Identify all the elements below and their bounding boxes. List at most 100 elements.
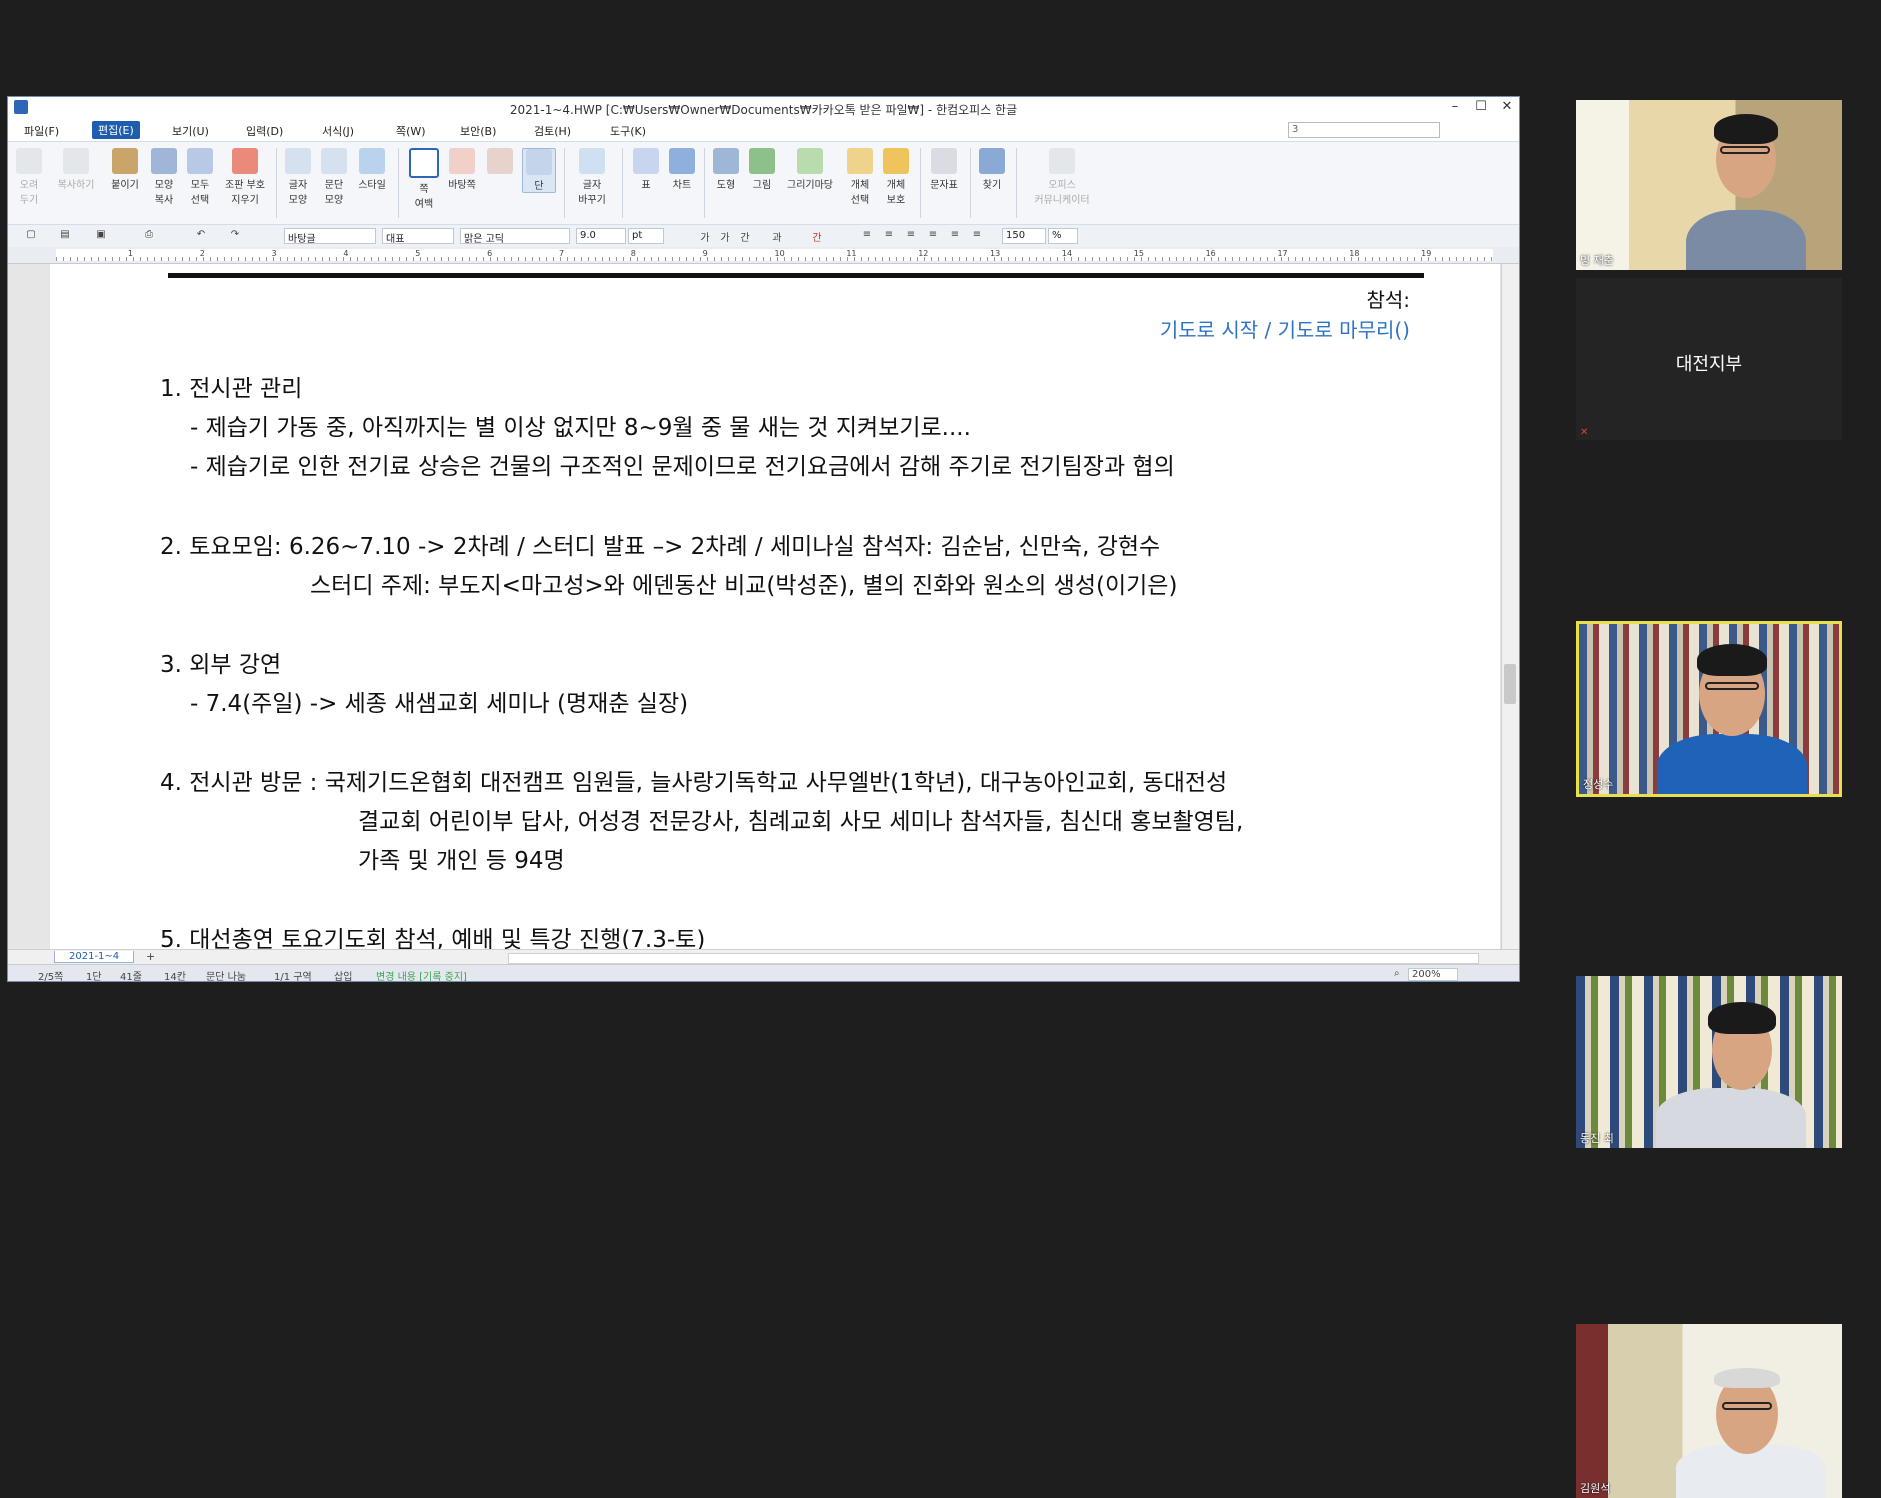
glasses xyxy=(1720,146,1770,154)
save-icon[interactable]: ▣ xyxy=(94,229,108,243)
participant-name: 동진 최 xyxy=(1580,1132,1614,1145)
prayer-line: 기도로 시작 / 기도로 마무리() xyxy=(1159,318,1410,342)
menu-file[interactable]: 파일(F) xyxy=(24,123,59,139)
style-button[interactable]: 스타일 xyxy=(354,148,390,191)
align-right-icon[interactable]: ≡ xyxy=(926,229,940,243)
quick-search-combo[interactable]: 3 xyxy=(1288,122,1440,138)
open-folder-icon[interactable]: ▤ xyxy=(58,229,72,243)
people-icon xyxy=(1049,148,1075,174)
italic-button[interactable]: 가 xyxy=(718,229,732,244)
chart-button[interactable]: 차트 xyxy=(666,148,698,191)
underline-button[interactable]: 간 xyxy=(738,229,752,244)
bold-button[interactable]: 가 xyxy=(698,229,712,244)
undo-icon[interactable]: ↶ xyxy=(194,229,208,243)
scissors-icon xyxy=(16,148,42,174)
find-button[interactable]: 찾기 xyxy=(976,148,1008,191)
clipart-button[interactable]: 그리기마당 xyxy=(782,148,838,191)
participant-tile-active-speaker[interactable]: 정성수 xyxy=(1576,621,1842,797)
menu-page[interactable]: 쪽(W) xyxy=(396,123,426,139)
horizontal-scrollbar[interactable] xyxy=(508,953,1479,964)
minimize-button[interactable]: – xyxy=(1446,99,1464,114)
para-shape-button[interactable]: 문단 모양 xyxy=(318,148,350,206)
document-area[interactable]: 참석: 기도로 시작 / 기도로 마무리() 1. 전시관 관리 - 제습기 가… xyxy=(8,264,1503,950)
font-combo[interactable]: 맑은 고딕 xyxy=(460,228,570,245)
status-bar: 2/5쪽 1단 41줄 14칸 문단 나눔 1/1 구역 삽입 변경 내용 [기… xyxy=(8,964,1519,982)
align-distribute-icon[interactable]: ≡ xyxy=(948,229,962,243)
object-protect-button[interactable]: 개체 보호 xyxy=(880,148,912,206)
columns-icon xyxy=(487,148,513,174)
superscript-button[interactable]: 과 xyxy=(770,229,784,244)
object-select-button[interactable]: 개체 선택 xyxy=(844,148,876,206)
char-shape-button[interactable]: 글자 모양 xyxy=(282,148,314,206)
menu-tools[interactable]: 도구(K) xyxy=(610,123,646,139)
menu-edit[interactable]: 편집(E) xyxy=(92,121,140,139)
font-class-combo[interactable]: 대표 xyxy=(382,228,454,245)
align-left-icon[interactable]: ≡ xyxy=(882,229,896,243)
shapes-icon xyxy=(713,148,739,174)
menu-bar: 파일(F) 편집(E) 보기(U) 입력(D) 서식(J) 쪽(W) 보안(B)… xyxy=(8,119,1519,141)
status-track-changes[interactable]: 변경 내용 [기록 중지] xyxy=(376,968,467,981)
style-combo[interactable]: 바탕글 xyxy=(284,228,376,245)
asterisk-icon xyxy=(931,148,957,174)
document-page[interactable]: 참석: 기도로 시작 / 기도로 마무리() 1. 전시관 관리 - 제습기 가… xyxy=(50,264,1500,950)
shape-button[interactable]: 도형 xyxy=(710,148,742,191)
close-button[interactable]: ✕ xyxy=(1498,99,1516,114)
columns-button[interactable]: 단 xyxy=(522,148,556,193)
vertical-scrollbar[interactable] xyxy=(1501,264,1519,950)
participant-name: 김원석 xyxy=(1580,1482,1611,1495)
zoom-icon[interactable]: ⌕ xyxy=(1394,968,1400,979)
office-communicator-button[interactable]: 오피스 커뮤니케이터 xyxy=(1024,148,1100,206)
format-painter-button[interactable]: 모양 복사 xyxy=(148,148,180,206)
hair xyxy=(1714,114,1778,144)
align-center-icon[interactable]: ≡ xyxy=(904,229,918,243)
horizontal-ruler[interactable]: 1 2 3 4 5 6 7 8 9 10 11 12 13 14 15 16 1… xyxy=(8,247,1519,264)
new-doc-icon[interactable]: ▢ xyxy=(24,229,38,243)
font-size-input[interactable]: 9.0 xyxy=(576,228,626,244)
page-margin-button[interactable]: 쪽 여백 xyxy=(408,148,440,210)
maximize-button[interactable]: ☐ xyxy=(1472,99,1490,114)
zoom-combo[interactable]: 200% xyxy=(1408,968,1458,981)
document-tab[interactable]: 2021-1~4 xyxy=(54,951,135,963)
participant-tile[interactable]: 김원석 xyxy=(1576,1324,1842,1498)
format-toolbar: ▢ ▤ ▣ ⎙ ↶ ↷ 바탕글 대표 맑은 고딕 9.0 pt 가 가 간 과 … xyxy=(8,225,1519,248)
replace-char-button[interactable]: 글자 바꾸기 xyxy=(570,148,614,206)
status-section: 1단 xyxy=(86,972,102,982)
participant-tile-no-video[interactable]: 대전지부 ✕ xyxy=(1576,278,1842,440)
select-all-button[interactable]: 모두 선택 xyxy=(184,148,216,206)
align-split-icon[interactable]: ≡ xyxy=(970,229,984,243)
menu-format[interactable]: 서식(J) xyxy=(322,123,354,139)
font-color-button[interactable]: 간 xyxy=(810,229,824,244)
table-button[interactable]: 표 xyxy=(630,148,662,191)
attendance-label: 참석: xyxy=(1366,288,1410,312)
font-unit-combo[interactable]: pt xyxy=(628,228,664,244)
person-body xyxy=(1656,1088,1806,1148)
symbol-button[interactable]: 문자표 xyxy=(926,148,962,191)
menu-view[interactable]: 보기(U) xyxy=(172,123,209,139)
redo-icon[interactable]: ↷ xyxy=(228,229,242,243)
menu-security[interactable]: 보안(B) xyxy=(460,123,496,139)
status-mode: 삽입 xyxy=(334,972,353,982)
participant-tile[interactable]: 명 재춘 xyxy=(1576,100,1842,270)
status-line: 41줄 xyxy=(120,972,142,982)
doc-line-3: - 제습기로 인한 전기료 상승은 건물의 구조적인 문제이므로 전기요금에서 … xyxy=(190,454,1175,480)
menu-review[interactable]: 검토(H) xyxy=(534,123,571,139)
line-spacing-input[interactable]: 150 xyxy=(1002,228,1046,244)
glasses xyxy=(1722,1402,1772,1410)
master-page-button[interactable]: 바탕쪽 xyxy=(446,148,478,191)
add-tab-button[interactable]: + xyxy=(146,950,155,963)
paste-button[interactable]: 붙이기 xyxy=(106,148,144,191)
cut-button[interactable]: 오려 두기 xyxy=(14,148,44,206)
participant-tile[interactable]: 동진 최 xyxy=(1576,976,1842,1148)
scrollbar-thumb[interactable] xyxy=(1504,664,1516,704)
ribbon-separator xyxy=(970,148,971,218)
dan-button[interactable] xyxy=(484,148,516,176)
picture-button[interactable]: 그림 xyxy=(746,148,778,191)
print-icon[interactable]: ⎙ xyxy=(142,229,156,243)
doc-line-4: 2. 토요모임: 6.26~7.10 -> 2차례 / 스터디 발표 –> 2차… xyxy=(160,534,1161,560)
copy-button[interactable]: 복사하기 xyxy=(52,148,100,191)
align-justify-icon[interactable]: ≡ xyxy=(860,229,874,243)
remove-codes-button[interactable]: 조판 부호 지우기 xyxy=(220,148,270,206)
menu-insert[interactable]: 입력(D) xyxy=(246,123,283,139)
line-spacing-unit[interactable]: % xyxy=(1048,228,1078,244)
doc-line-10: 가족 및 개인 등 94명 xyxy=(358,848,565,874)
